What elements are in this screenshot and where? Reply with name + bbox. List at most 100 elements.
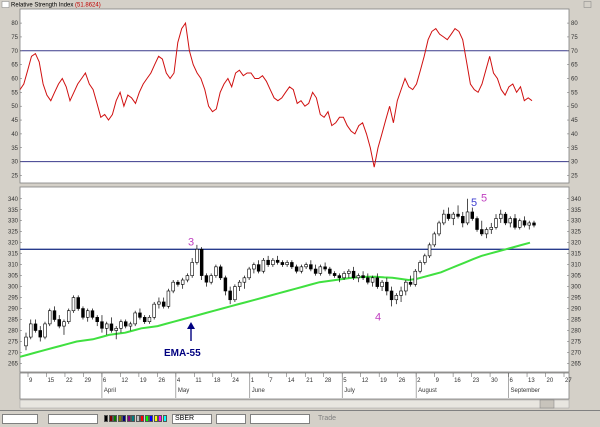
candle — [432, 231, 437, 248]
color-swatch[interactable] — [149, 415, 153, 422]
candle-body — [484, 229, 489, 235]
price-tick-label-left: 275 — [8, 339, 19, 345]
candle-body — [328, 268, 332, 274]
price-tick-label-right: 335 — [571, 208, 582, 214]
candle — [133, 310, 137, 327]
candle-body — [418, 262, 422, 272]
status-dropdown-4[interactable] — [250, 414, 310, 424]
candle-body — [394, 295, 399, 301]
color-swatch[interactable] — [131, 415, 135, 422]
price-tick-label-left: 330 — [8, 219, 19, 225]
scrollbar-thumb[interactable] — [539, 399, 555, 409]
price-tick-label-right: 330 — [571, 219, 582, 225]
horizontal-scrollbar[interactable] — [19, 399, 570, 409]
candle-body — [465, 211, 470, 224]
symbol-text: SBER — [175, 415, 195, 422]
color-swatch[interactable] — [104, 415, 108, 422]
candle-body — [266, 259, 270, 265]
candle-body — [218, 266, 223, 279]
panel-menu-icon[interactable] — [1, 1, 10, 8]
price-tick-label-left: 325 — [8, 230, 19, 236]
candle-body — [451, 213, 456, 219]
candle-body — [214, 266, 218, 276]
x-tick-label: 14 — [288, 378, 295, 384]
candle-body — [138, 312, 142, 318]
x-tick-label: 18 — [214, 378, 221, 384]
color-swatch[interactable] — [135, 415, 140, 422]
rsi-tick-label-right: 60 — [571, 76, 578, 82]
panel-close-icon[interactable] — [583, 1, 592, 8]
x-tick-label: 20 — [547, 378, 554, 384]
candle-body — [470, 211, 475, 219]
color-swatch[interactable] — [122, 415, 126, 422]
candle-body — [142, 317, 147, 323]
trade-button[interactable]: Trade — [318, 414, 336, 424]
candle-body — [161, 301, 166, 307]
x-tick-label: 12 — [362, 378, 369, 384]
candle-body — [437, 222, 441, 235]
color-swatch[interactable] — [144, 415, 149, 422]
x-tick-label: 30 — [491, 378, 498, 384]
wave-label: 5 — [481, 193, 487, 205]
candle-body — [518, 220, 522, 228]
price-tick-label-right: 305 — [571, 274, 582, 280]
x-tick-label: 21 — [306, 378, 313, 384]
candle-body — [294, 266, 299, 272]
candle-body — [100, 321, 104, 329]
candle-body — [147, 317, 152, 323]
x-tick-label: 19 — [140, 378, 147, 384]
candle-body — [489, 227, 493, 230]
wave-label: 3 — [188, 236, 194, 248]
price-tick-label-right: 275 — [571, 339, 582, 345]
status-dropdown-3[interactable] — [216, 414, 246, 424]
candle-body — [275, 259, 280, 263]
candle — [437, 220, 441, 237]
price-tick-label-right: 265 — [571, 361, 582, 367]
color-swatch[interactable] — [117, 415, 122, 422]
candle — [171, 280, 175, 294]
symbol-field[interactable]: SBER — [172, 414, 212, 424]
candle — [261, 258, 266, 274]
price-tick-label-right: 290 — [571, 307, 582, 313]
wave-label: 5 — [471, 197, 477, 209]
color-swatch[interactable] — [108, 415, 113, 422]
candle-body — [423, 255, 427, 263]
candle-body — [252, 264, 256, 270]
color-swatch[interactable] — [140, 415, 144, 422]
x-tick-label: 23 — [473, 378, 480, 384]
color-swatch[interactable] — [126, 415, 131, 422]
candle-body — [404, 281, 408, 292]
candle-body — [389, 290, 394, 301]
price-tick-label-left: 290 — [8, 307, 19, 313]
candle — [71, 295, 76, 313]
candle-body — [508, 218, 512, 224]
price-tick-label-left: 280 — [8, 328, 19, 334]
candle-body — [128, 323, 133, 327]
color-swatch[interactable] — [162, 415, 167, 422]
candle-body — [304, 264, 308, 268]
rsi-title-text: Relative Strength Index — [11, 3, 73, 9]
candle-body — [370, 277, 375, 283]
candle-body — [318, 266, 323, 274]
candle-body — [233, 286, 237, 301]
candle-body — [57, 319, 61, 327]
candle-body — [513, 218, 517, 228]
rsi-tick-label-right: 65 — [571, 63, 578, 69]
rsi-tick-label-right: 55 — [571, 90, 578, 96]
color-swatch[interactable] — [113, 415, 117, 422]
color-swatch[interactable] — [153, 415, 158, 422]
status-dropdown-1[interactable] — [2, 414, 38, 424]
candle-body — [280, 262, 285, 265]
candle-body — [104, 323, 109, 329]
month-label: July — [344, 388, 355, 394]
candle-body — [67, 310, 71, 323]
candle-body — [432, 233, 437, 246]
status-dropdown-2[interactable] — [48, 414, 98, 424]
candle — [503, 211, 508, 226]
candle-body — [527, 222, 531, 226]
candle — [199, 247, 204, 280]
candle-body — [71, 297, 76, 312]
x-tick-label: 22 — [66, 378, 73, 384]
color-swatch[interactable] — [158, 415, 162, 422]
candle-body — [166, 290, 171, 307]
